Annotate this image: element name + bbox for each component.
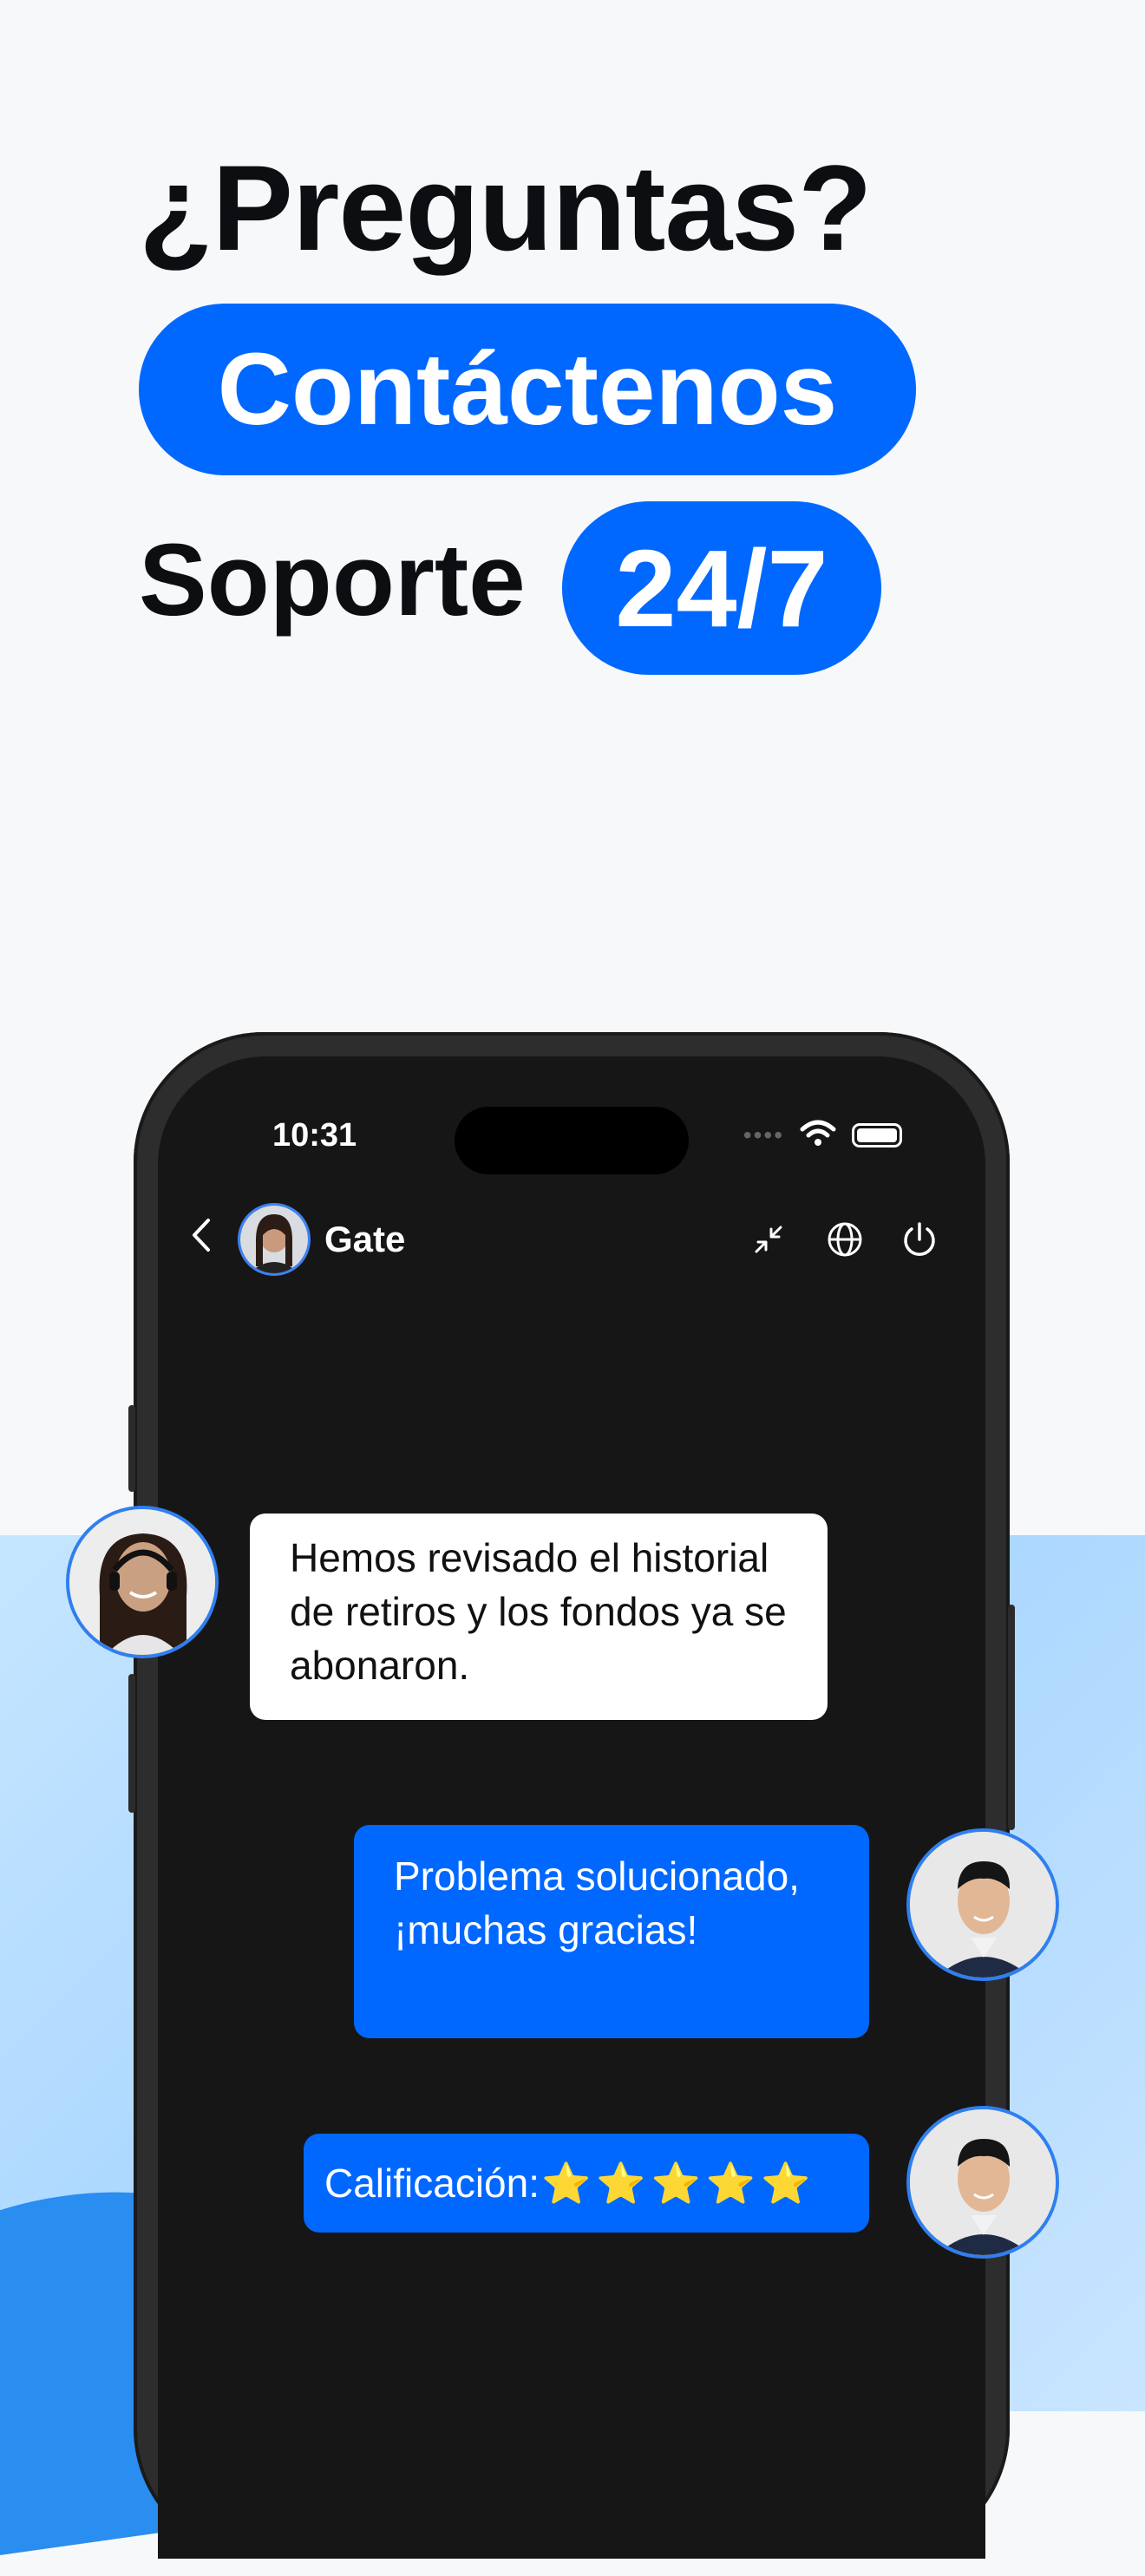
agent-avatar <box>238 1203 311 1276</box>
support-hours-pill: 24/7 <box>562 501 881 675</box>
signal-icon: •••• <box>743 1121 784 1148</box>
chat-title: Gate <box>324 1219 406 1259</box>
user-avatar <box>906 2106 1059 2259</box>
status-icons: •••• <box>743 1119 902 1151</box>
chevron-left-icon[interactable] <box>187 1215 213 1262</box>
dynamic-island <box>455 1107 689 1174</box>
phone-side-button <box>128 1405 135 1492</box>
phone-screen: 10:31 •••• Gate <box>158 1056 985 2559</box>
chat-header: Gate <box>158 1200 985 1278</box>
user-avatar <box>906 1828 1059 1981</box>
rating-message: Calificación: ⭐⭐⭐⭐⭐ <box>304 2134 869 2233</box>
wifi-icon <box>800 1119 836 1151</box>
agent-message: Hemos revisado el historial de retiros y… <box>250 1514 828 1720</box>
status-time: 10:31 <box>272 1117 357 1154</box>
agent-avatar-large <box>66 1506 219 1658</box>
rating-label: Calificación: <box>324 2161 540 2206</box>
battery-icon <box>852 1122 902 1147</box>
support-label: Soporte <box>139 523 526 637</box>
user-message: Problema solucionado, ¡muchas gracias! <box>354 1825 869 2038</box>
power-icon[interactable] <box>897 1217 942 1262</box>
minimize-icon[interactable] <box>746 1217 791 1262</box>
phone-side-button <box>128 1674 135 1813</box>
star-rating-icon: ⭐⭐⭐⭐⭐ <box>541 2161 816 2206</box>
contact-pill: Contáctenos <box>139 304 916 475</box>
phone-mockup: 10:31 •••• Gate <box>128 1032 1015 2559</box>
phone-side-button <box>1008 1605 1015 1830</box>
headline-question: ¿Preguntas? <box>139 140 873 276</box>
globe-icon[interactable] <box>822 1217 867 1262</box>
